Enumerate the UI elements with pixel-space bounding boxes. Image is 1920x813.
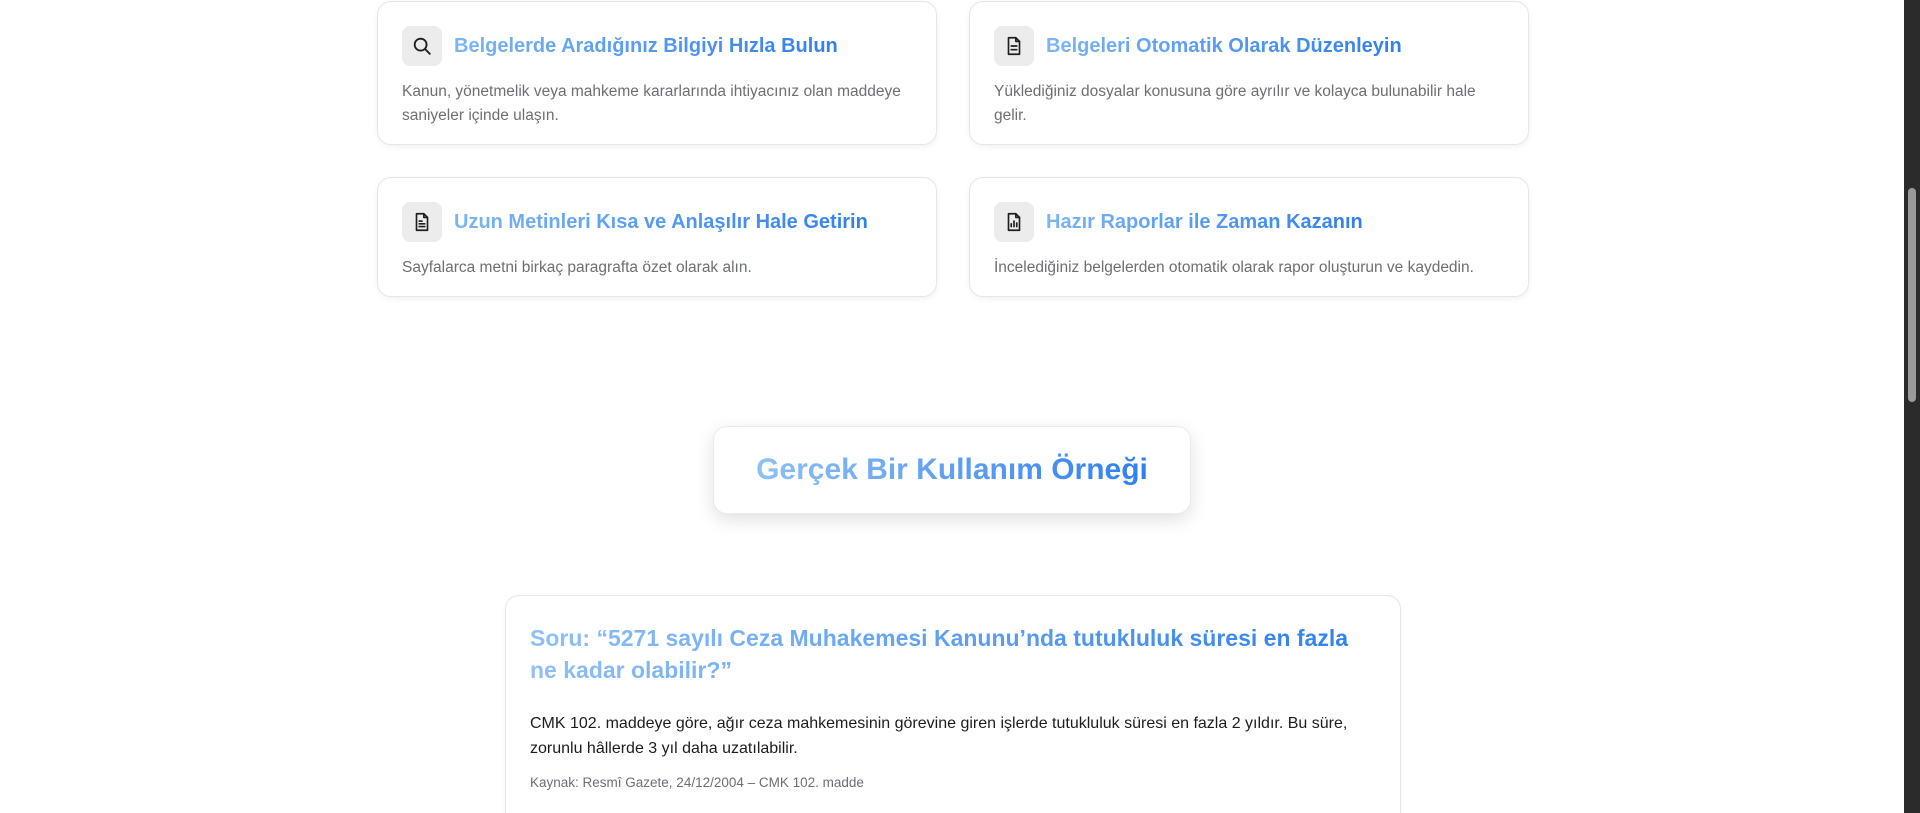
feature-grid: Belgelerde Aradığınız Bilgiyi Hızla Bulu… xyxy=(377,1,1529,297)
feature-card-header: Uzun Metinleri Kısa ve Anlaşılır Hale Ge… xyxy=(402,202,912,242)
feature-description: Kanun, yönetmelik veya mahkeme kararları… xyxy=(402,83,901,124)
document-text-icon xyxy=(402,202,442,242)
feature-title: Hazır Raporlar ile Zaman Kazanın xyxy=(1046,210,1363,233)
feature-card-summarize: Uzun Metinleri Kısa ve Anlaşılır Hale Ge… xyxy=(377,177,937,297)
scrollbar-thumb[interactable] xyxy=(1908,188,1916,402)
feature-title: Belgeleri Otomatik Olarak Düzenleyin xyxy=(1046,34,1402,57)
feature-card-organize: Belgeleri Otomatik Olarak Düzenleyin Yük… xyxy=(969,1,1529,145)
feature-card-search: Belgelerde Aradığınız Bilgiyi Hızla Bulu… xyxy=(377,1,937,145)
feature-card-reports: Hazır Raporlar ile Zaman Kazanın İnceled… xyxy=(969,177,1529,297)
feature-description: Yüklediğiniz dosyalar konusuna göre ayrı… xyxy=(994,83,1476,124)
vertical-scrollbar[interactable] xyxy=(1904,0,1920,813)
document-icon xyxy=(994,26,1034,66)
page-content: Belgelerde Aradığınız Bilgiyi Hızla Bulu… xyxy=(0,0,1904,813)
page-viewport: Belgelerde Aradığınız Bilgiyi Hızla Bulu… xyxy=(0,0,1920,813)
qa-answer: CMK 102. maddeye göre, ağır ceza mahkeme… xyxy=(530,715,1348,757)
qa-example-card: Soru: “5271 sayılı Ceza Muhakemesi Kanun… xyxy=(505,595,1401,813)
search-icon xyxy=(402,26,442,66)
feature-title: Uzun Metinleri Kısa ve Anlaşılır Hale Ge… xyxy=(454,210,868,233)
report-chart-icon xyxy=(994,202,1034,242)
feature-card-header: Belgelerde Aradığınız Bilgiyi Hızla Bulu… xyxy=(402,26,912,66)
feature-card-header: Belgeleri Otomatik Olarak Düzenleyin xyxy=(994,26,1504,66)
feature-title: Belgelerde Aradığınız Bilgiyi Hızla Bulu… xyxy=(454,34,838,57)
feature-description: Sayfalarca metni birkaç paragrafta özet … xyxy=(402,259,752,276)
qa-question: Soru: “5271 sayılı Ceza Muhakemesi Kanun… xyxy=(530,622,1376,686)
example-heading-text: Gerçek Bir Kullanım Örneği xyxy=(756,453,1148,486)
example-section-heading: Gerçek Bir Kullanım Örneği xyxy=(713,426,1191,514)
feature-card-header: Hazır Raporlar ile Zaman Kazanın xyxy=(994,202,1504,242)
feature-description: İncelediğiniz belgelerden otomatik olara… xyxy=(994,259,1474,276)
qa-source: Kaynak: Resmî Gazete, 24/12/2004 – CMK 1… xyxy=(530,775,864,790)
